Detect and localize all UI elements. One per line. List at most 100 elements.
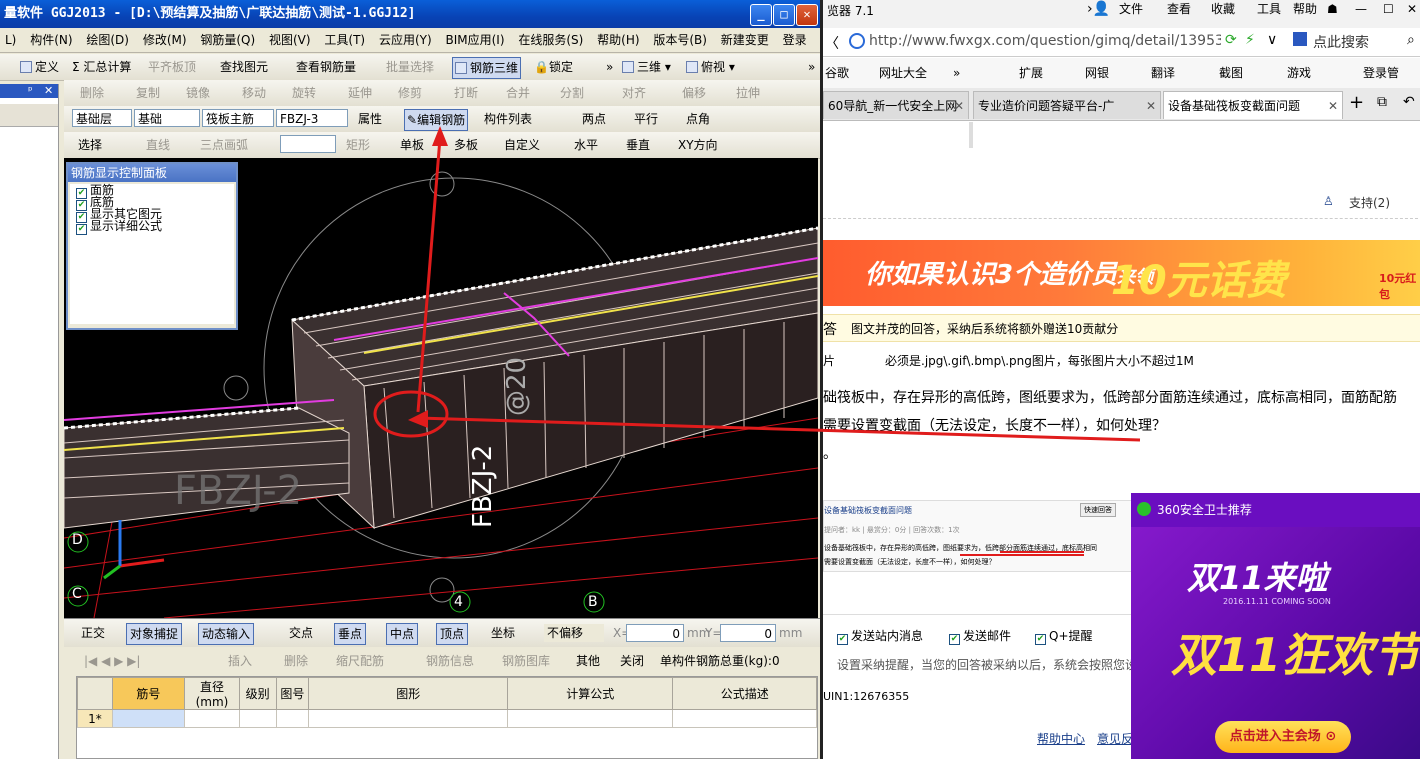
option-site-message[interactable]: ✔ 发送站内消息 [837,627,923,645]
browser-maximize-icon[interactable]: ☐ [1383,0,1394,18]
perpendicular-button[interactable]: 垂点 [334,623,367,645]
break-button[interactable]: 打断 [452,83,480,103]
ext-bank[interactable]: 网银 [1085,65,1109,81]
browser-minimize-icon[interactable]: — [1355,0,1367,18]
grid-delete-button[interactable]: 删除 [284,652,308,670]
y-input[interactable]: 0 [720,624,776,642]
arc-button[interactable]: 三点画弧 [198,135,250,155]
tab-close-icon[interactable]: ✕ [1146,92,1156,119]
midpoint-button[interactable]: 中点 [386,623,419,645]
stretch-button[interactable]: 拉伸 [734,83,762,103]
ext-login[interactable]: 登录管 [1363,65,1399,81]
extend-button[interactable]: 延伸 [346,83,374,103]
layer-select[interactable]: 基础层 [72,109,132,127]
batch-select-button[interactable]: 批量选择 [384,57,436,77]
menu-item-modify[interactable]: 修改(M) [138,28,192,52]
object-snap-button[interactable]: 对象捕捉 [126,623,183,645]
user-icon[interactable]: ›👤 [1087,0,1110,18]
point-angle-button[interactable]: 点角 [684,109,712,129]
menu-item-new-change[interactable]: 新建变更 [716,28,774,52]
component-list-button[interactable]: 构件列表 [482,109,534,129]
browser-title-bar[interactable]: 览器 7.1 ›👤 文件 查看 收藏 工具 帮助 ☗ — ☐ ✕ [823,0,1420,28]
view-rebar-qty-button[interactable]: 查看钢筋量 [294,57,358,77]
browser-shirt-icon[interactable]: ☗ [1327,0,1338,18]
menu-item-bim[interactable]: BIM应用(I) [440,28,509,52]
menu-item-component[interactable]: 构件(N) [25,28,77,52]
define-button[interactable]: 定义 [18,57,61,77]
cell-figure-no[interactable] [275,709,310,728]
checkbox-checked-icon[interactable]: ✔ [1035,634,1046,645]
flat-board-button[interactable]: 平齐板顶 [146,57,198,77]
name-select[interactable]: FBZJ-3 [276,109,348,127]
cell-formula-desc[interactable] [672,709,817,728]
close-button[interactable]: ✕ [796,4,818,26]
rebar-library-button[interactable]: 钢筋图库 [502,652,550,670]
col-formula[interactable]: 计算公式 [507,677,674,710]
col-formula-desc[interactable]: 公式描述 [672,677,817,710]
browser-menu-tools[interactable]: 工具 [1257,0,1281,18]
option-q-remind[interactable]: ✔ Q+提醒 [1035,627,1093,645]
thumbs-up-icon[interactable]: ♙ [1323,194,1334,208]
ext-translate[interactable]: 翻译 [1151,65,1175,81]
summary-button[interactable]: Σ 汇总计算 [70,57,133,77]
table-row[interactable]: 1* [77,709,817,728]
popup-cta-button[interactable]: 点击进入主会场 ⊙ [1215,721,1351,753]
property-button[interactable]: 属性 [356,109,384,129]
top-view-dropdown[interactable]: 俯视 ▾ [684,57,737,77]
mirror-button[interactable]: 镜像 [184,83,212,103]
trim-button[interactable]: 修剪 [396,83,424,103]
x-input[interactable]: 0 [626,624,684,642]
vertical-button[interactable]: 垂直 [624,135,652,155]
menu-item-view[interactable]: 视图(V) [264,28,316,52]
checkbox-checked-icon[interactable]: ✔ [76,224,87,235]
browser-menu-help[interactable]: 帮助 [1293,0,1317,18]
custom-button[interactable]: 自定义 [502,135,542,155]
undo-close-icon[interactable]: ↶ [1403,94,1415,110]
two-points-button[interactable]: 两点 [580,109,608,129]
more-bookmarks-icon[interactable]: » [953,65,960,81]
ext-extend[interactable]: 扩展 [1019,65,1043,81]
title-bar[interactable]: 量软件 GGJ2013 - [D:\预结算及抽筋\广联达抽筋\测试-1.GGJ1… [0,0,820,28]
delete-button[interactable]: 删除 [78,83,106,103]
tab-active-question[interactable]: 设备基础筏板变截面问题 ✕ [1163,91,1343,119]
nav-first-icon[interactable]: |◀ ◀ ▶ ▶| [84,652,140,670]
find-element-button[interactable]: 查找图元 [218,57,270,77]
ext-games[interactable]: 游戏 [1287,65,1311,81]
split-button[interactable]: 分割 [558,83,586,103]
footer-help-link[interactable]: 帮助中心 [1037,730,1085,747]
cell-shape[interactable] [308,709,509,728]
copy-button[interactable]: 复制 [134,83,162,103]
cell-diameter[interactable] [184,709,240,728]
view-3d-dropdown[interactable]: 三维 ▾ [620,57,673,77]
edit-rebar-button[interactable]: ✎编辑钢筋 [404,109,469,131]
cell-rebar-no[interactable] [111,709,186,728]
type-select[interactable]: 筏板主筋 [202,109,274,127]
parallel-button[interactable]: 平行 [632,109,660,129]
tab-qa-platform[interactable]: 专业造价问题答疑平台-广 ✕ [973,91,1161,119]
rebar-info-button[interactable]: 钢筋信息 [426,652,474,670]
cell-grade[interactable] [238,709,277,728]
select-button[interactable]: 选择 [76,135,104,155]
pin-icon[interactable]: ᵖ [28,84,33,97]
align-button[interactable]: 对齐 [620,83,648,103]
new-tab-icon[interactable]: + [1349,92,1364,113]
url-input[interactable]: http://www.fwxgx.com/question/gimq/detai… [869,33,1221,49]
promo-popup[interactable]: 360安全卫士推荐 双11来啦 2016.11.11 COMING SOON 双… [1131,493,1420,759]
cell-formula[interactable] [507,709,674,728]
bookmark-sites[interactable]: 网址大全 [879,65,927,81]
browser-menu-file[interactable]: 文件 [1119,0,1143,18]
search-engine-icon[interactable] [1293,32,1307,46]
merge-button[interactable]: 合并 [504,83,532,103]
checkbox-checked-icon[interactable]: ✔ [837,634,848,645]
offset-mode-select[interactable]: 不偏移 [544,624,604,642]
chevron-more-icon[interactable]: » [604,57,615,77]
single-board-button[interactable]: 单板 [398,135,426,155]
menu-item-help[interactable]: 帮助(H) [592,28,644,52]
checkbox-checked-icon[interactable]: ✔ [949,634,960,645]
multi-board-button[interactable]: 多板 [452,135,480,155]
url-dropdown-icon[interactable]: ∨ [1267,32,1277,48]
move-button[interactable]: 移动 [240,83,268,103]
browser-menu-favorites[interactable]: 收藏 [1211,0,1235,18]
tab-nav-360[interactable]: 60导航_新一代安全上网 ✕ [823,91,969,119]
menu-item-login[interactable]: 登录 [778,28,812,52]
